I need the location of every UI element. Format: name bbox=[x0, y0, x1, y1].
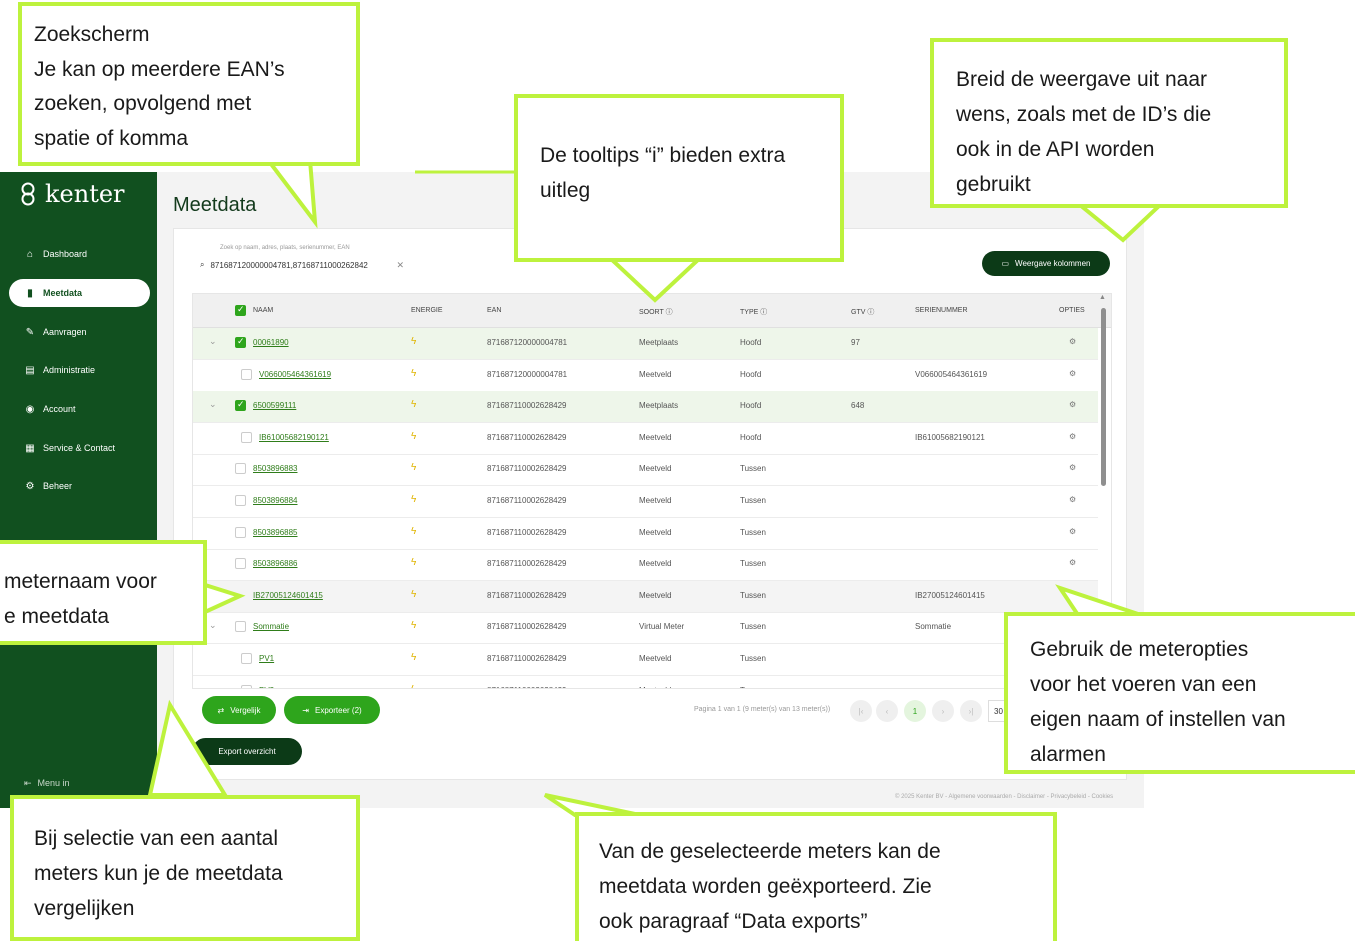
callout-line: alarmen bbox=[1030, 743, 1106, 766]
callout-line: meetdata worden geëxporteerd. Zie bbox=[599, 875, 932, 898]
callout-line: e meetdata bbox=[4, 605, 110, 628]
callout-line: Van de geselecteerde meters kan de bbox=[599, 840, 941, 863]
callout-line: Breid de weergave uit naar bbox=[956, 68, 1207, 91]
callout-line: ook in de API worden bbox=[956, 138, 1155, 161]
callout-export: Van de geselecteerde meters kan de meetd… bbox=[575, 812, 1057, 941]
callout-options: Gebruik de meteropties voor het voeren v… bbox=[1004, 612, 1355, 774]
callout-line: Bij selectie van een aantal bbox=[34, 827, 278, 850]
callout-line: Gebruik de meteropties bbox=[1030, 638, 1249, 661]
callout-line: De tooltips “i” bieden extra bbox=[540, 144, 786, 167]
callout-line: gebruikt bbox=[956, 173, 1031, 196]
callout-line: wens, zoals met de ID’s die bbox=[956, 103, 1212, 126]
callout-line: vergelijken bbox=[34, 897, 135, 920]
callout-compare: Bij selectie van een aantal meters kun j… bbox=[10, 795, 360, 941]
callout-line: uitleg bbox=[540, 179, 591, 202]
callout-line: spatie of komma bbox=[34, 126, 189, 150]
callout-line: eigen naam of instellen van bbox=[1030, 708, 1286, 731]
callout-search: Zoekscherm Je kan op meerdere EAN’s zoek… bbox=[18, 2, 360, 166]
callout-columns: Breid de weergave uit naar wens, zoals m… bbox=[930, 38, 1288, 208]
callout-line: meters kun je de meetdata bbox=[34, 862, 283, 885]
callout-metername: meternaam voor e meetdata bbox=[0, 540, 207, 645]
callout-line: voor het voeren van een bbox=[1030, 673, 1257, 696]
callout-tooltips: De tooltips “i” bieden extra uitleg bbox=[514, 94, 844, 262]
callout-line: zoeken, opvolgend met bbox=[34, 92, 252, 115]
callout-line: meternaam voor bbox=[4, 570, 157, 593]
callout-line: Je kan op meerdere EAN’s bbox=[34, 57, 285, 81]
callout-line: Zoekscherm bbox=[34, 23, 150, 46]
callout-line: ook paragraaf “Data exports” bbox=[599, 910, 868, 933]
